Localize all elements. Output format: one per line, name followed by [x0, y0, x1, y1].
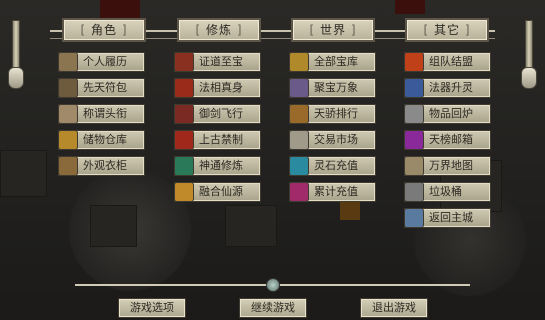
menu-item-label: 组队结盟: [429, 55, 473, 68]
ornament-pillar: [12, 20, 20, 72]
menu-item-immortal-source[interactable]: 融合仙源: [174, 182, 261, 202]
treasure-orb-icon: [174, 52, 194, 72]
menu-item-label: 垃圾桶: [429, 185, 462, 198]
menu-item-label: 物品回炉: [429, 107, 473, 120]
lava-patch: [395, 0, 425, 14]
menu-item-label: 证道至宝: [199, 55, 243, 68]
right-ornament: [513, 5, 543, 295]
bundle-icon: [58, 78, 78, 98]
stone-block: [225, 205, 277, 247]
magic-orb-icon: [174, 156, 194, 176]
ornament-pendant-icon: [8, 67, 24, 89]
menu-item-world-map[interactable]: 万界地图: [404, 156, 491, 176]
artifact-upgrade-icon: [404, 78, 424, 98]
spirit-stone-icon: [289, 156, 309, 176]
button-label: 退出游戏: [372, 301, 416, 314]
team-icon: [404, 52, 424, 72]
menu-item-cumulative-recharge[interactable]: 累计充值: [289, 182, 376, 202]
ancient-seal-icon: [174, 130, 194, 150]
menu-item-label: 天骄排行: [314, 107, 358, 120]
ornament-pillar: [525, 20, 533, 72]
menu-item-divine-skills[interactable]: 神通修炼: [174, 156, 261, 176]
menu-item-label: 先天符包: [83, 81, 127, 94]
menu-item-storage[interactable]: 储物仓库: [58, 130, 145, 150]
game-options-button[interactable]: 游戏选项: [118, 298, 186, 318]
tab-other[interactable]: [ 其它 ]: [405, 18, 489, 42]
wardrobe-icon: [58, 156, 78, 176]
menu-item-dharma-body[interactable]: 法相真身: [174, 78, 261, 98]
menu-item-label: 法器升灵: [429, 81, 473, 94]
immortal-source-icon: [174, 182, 194, 202]
continue-game-button[interactable]: 继续游戏: [239, 298, 307, 318]
menu-item-label: 累计充值: [314, 185, 358, 198]
menu-item-label: 融合仙源: [199, 185, 243, 198]
tab-label: 其它: [433, 23, 460, 37]
exit-game-button[interactable]: 退出游戏: [360, 298, 428, 318]
menu-item-label: 称谓头衔: [83, 107, 127, 120]
menu-item-market[interactable]: 交易市场: [289, 130, 376, 150]
menu-item-item-recycle[interactable]: 物品回炉: [404, 104, 491, 124]
menu-item-label: 天榜邮箱: [429, 133, 473, 146]
flying-sword-icon: [174, 104, 194, 124]
return-town-icon: [404, 208, 424, 228]
menu-item-label: 个人履历: [83, 55, 127, 68]
menu-item-personal-history[interactable]: 个人履历: [58, 52, 145, 72]
cumulative-recharge-icon: [289, 182, 309, 202]
menu-item-all-treasury[interactable]: 全部宝库: [289, 52, 376, 72]
button-label: 游戏选项: [130, 301, 174, 314]
menu-item-label: 御剑飞行: [199, 107, 243, 120]
menu-item-ranking[interactable]: 天骄排行: [289, 104, 376, 124]
menu-item-spirit-stone-recharge[interactable]: 灵石充值: [289, 156, 376, 176]
menu-item-ancient-seal[interactable]: 上古禁制: [174, 130, 261, 150]
menu-item-trash-bin[interactable]: 垃圾桶: [404, 182, 491, 202]
menu-item-return-town[interactable]: 返回主城: [404, 208, 491, 228]
menu-item-team-alliance[interactable]: 组队结盟: [404, 52, 491, 72]
ornament-pendant-icon: [521, 67, 537, 89]
menu-item-titles[interactable]: 称谓头衔: [58, 104, 145, 124]
menu-item-label: 外观衣柜: [83, 159, 127, 172]
menu-item-wardrobe[interactable]: 外观衣柜: [58, 156, 145, 176]
menu-item-sword-flight[interactable]: 御剑飞行: [174, 104, 261, 124]
tab-cultivation[interactable]: [ 修炼 ]: [177, 18, 261, 42]
mailbox-icon: [404, 130, 424, 150]
storage-chest-icon: [58, 130, 78, 150]
tab-label: 修炼: [205, 23, 232, 37]
button-label: 继续游戏: [251, 301, 295, 314]
menu-item-label: 神通修炼: [199, 159, 243, 172]
menu-item-label: 聚宝万象: [314, 81, 358, 94]
gem-ornament-icon: [266, 278, 280, 292]
menu-item-label: 法相真身: [199, 81, 243, 94]
ranking-icon: [289, 104, 309, 124]
market-scroll-icon: [289, 130, 309, 150]
dharma-avatar-icon: [174, 78, 194, 98]
recycle-furnace-icon: [404, 104, 424, 124]
tab-character[interactable]: [ 角色 ]: [62, 18, 146, 42]
tab-label: 角色: [90, 23, 117, 37]
menu-item-label: 返回主城: [429, 211, 473, 224]
treasure-box-icon: [289, 52, 309, 72]
treasure-pot-icon: [289, 78, 309, 98]
left-ornament: [2, 5, 32, 295]
stone-block: [90, 205, 137, 247]
scroll-icon: [58, 52, 78, 72]
menu-item-label: 储物仓库: [83, 133, 127, 146]
menu-item-label: 交易市场: [314, 133, 358, 146]
menu-item-label: 灵石充值: [314, 159, 358, 172]
menu-item-label: 万界地图: [429, 159, 473, 172]
tab-label: 世界: [319, 23, 346, 37]
map-icon: [404, 156, 424, 176]
title-scroll-icon: [58, 104, 78, 124]
menu-item-mailbox[interactable]: 天榜邮箱: [404, 130, 491, 150]
trash-bin-icon: [404, 182, 424, 202]
menu-item-label: 上古禁制: [199, 133, 243, 146]
menu-item-treasure-gathering[interactable]: 聚宝万象: [289, 78, 376, 98]
menu-item-innate-bag[interactable]: 先天符包: [58, 78, 145, 98]
tab-world[interactable]: [ 世界 ]: [291, 18, 375, 42]
menu-item-artifact-upgrade[interactable]: 法器升灵: [404, 78, 491, 98]
menu-item-dao-treasure[interactable]: 证道至宝: [174, 52, 261, 72]
menu-item-label: 全部宝库: [314, 55, 358, 68]
